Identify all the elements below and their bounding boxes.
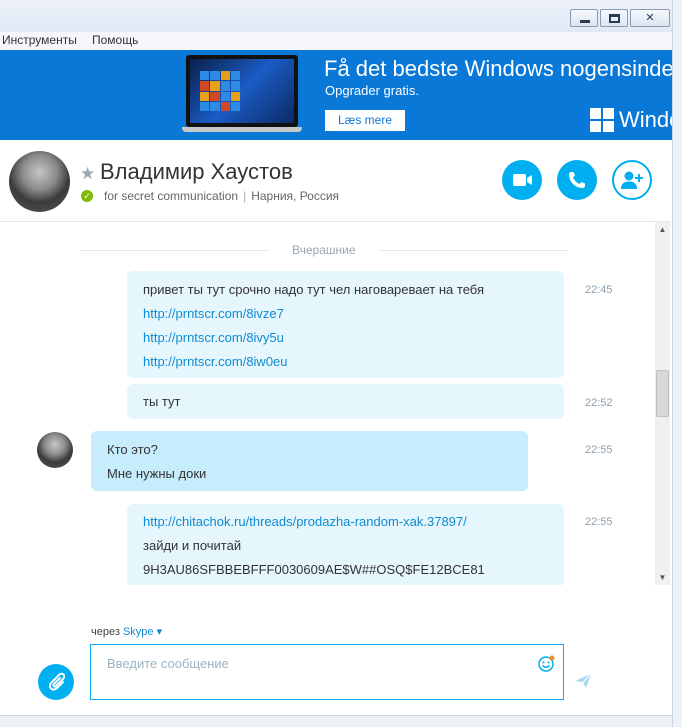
ad-title: Få det bedste Windows nogensinde. [324,56,672,81]
message-text: зайди и почитай [143,538,242,553]
maximize-icon [609,14,620,23]
sender-avatar[interactable] [37,432,73,468]
message-link[interactable]: http://prntscr.com/8ivy5u [143,330,284,345]
contact-mood: for secret communication [104,189,239,203]
contact-name[interactable]: Владимир Хаустов [100,159,293,185]
day-divider-label: Вчерашние [292,243,356,257]
ad-brand-text: Windo [619,107,672,132]
message-time: 22:55 [585,444,613,456]
message-text: ты тут [143,394,181,409]
video-call-button[interactable] [502,160,542,200]
message-input-box[interactable] [90,644,564,700]
star-icon[interactable]: ★ [80,165,95,182]
title-bar: ✕ [0,0,682,32]
message-text: привет ты тут срочно надо тут чел нагова… [143,282,484,297]
close-icon: ✕ [645,12,655,24]
message-link[interactable]: http://prntscr.com/8ivze7 [143,306,284,321]
scroll-thumb[interactable] [656,370,669,417]
message-link[interactable]: http://chitachok.ru/threads/prodazha-ran… [143,514,467,529]
add-person-icon [621,171,643,189]
via-service: Skype [122,626,154,638]
menu-item-tools[interactable]: Инструменты [2,33,77,47]
message-time: 22:52 [585,397,613,409]
message-time: 22:45 [585,284,613,296]
contact-header: ★ Владимир Хаустов ✓ for secret communic… [0,140,670,222]
menu-bar: Инструменты Помощь [0,32,682,50]
info-separator: | [243,189,247,203]
message-time: 22:55 [585,516,613,528]
laptop-image [182,55,302,135]
conversation-area[interactable]: Вчерашние привет ты тут срочно надо тут … [0,222,655,587]
window-controls: ✕ [568,9,670,27]
conversation-scrollbar[interactable]: ▲ ▼ [655,222,670,585]
day-divider: Вчерашние [0,242,655,260]
message-bubble[interactable]: ты тут [127,384,564,419]
menu-item-help[interactable]: Помощь [92,33,138,47]
message-text: Мне нужны доки [107,466,207,481]
send-arrow-icon[interactable] [574,673,592,689]
message-text: 9H3AU86SFBBEBFFF0030609AE$W##OSQ$FE12BCE… [143,562,485,577]
message-input[interactable] [91,645,531,681]
compose-area: через Skype ▾ [0,585,672,715]
ad-learn-more-button[interactable]: Læs mere [325,110,405,131]
message-bubble-incoming[interactable]: Кто это? Мне нужны доки [91,431,528,491]
video-camera-icon [513,174,532,186]
minimize-icon [580,20,590,23]
contact-avatar[interactable] [9,151,70,212]
contact-location: Нарния, Россия [251,189,340,203]
minimize-button[interactable] [570,9,598,27]
scroll-down-icon[interactable]: ▼ [655,570,670,585]
phone-icon [569,172,585,188]
message-text: Кто это? [107,442,158,457]
voice-call-button[interactable] [557,160,597,200]
attach-button[interactable] [38,664,74,700]
message-bubble[interactable]: привет ты тут срочно надо тут чел нагова… [127,271,564,378]
via-prefix: через [91,626,120,638]
contact-info: for secret communication | Нарния, Россия [104,189,339,203]
window-border-right [672,0,682,727]
paperclip-icon [48,672,66,691]
ad-banner[interactable]: Få det bedste Windows nogensinde. Opgrad… [0,50,672,140]
message-bubble[interactable]: http://chitachok.ru/threads/prodazha-ran… [127,504,564,587]
send-via-selector[interactable]: через Skype ▾ [91,625,162,638]
ad-subtitle: Opgrader gratis. [325,83,419,98]
message-link[interactable]: http://prntscr.com/8iw0eu [143,354,288,369]
smiley-icon[interactable] [537,655,555,673]
add-people-button[interactable] [612,160,652,200]
online-status-icon: ✓ [81,190,93,202]
maximize-button[interactable] [600,9,628,27]
windows-logo-icon [590,108,614,132]
scroll-up-icon[interactable]: ▲ [655,222,670,237]
window-border-bottom [0,715,672,727]
chevron-down-icon: ▾ [156,626,163,638]
close-button[interactable]: ✕ [630,9,670,27]
